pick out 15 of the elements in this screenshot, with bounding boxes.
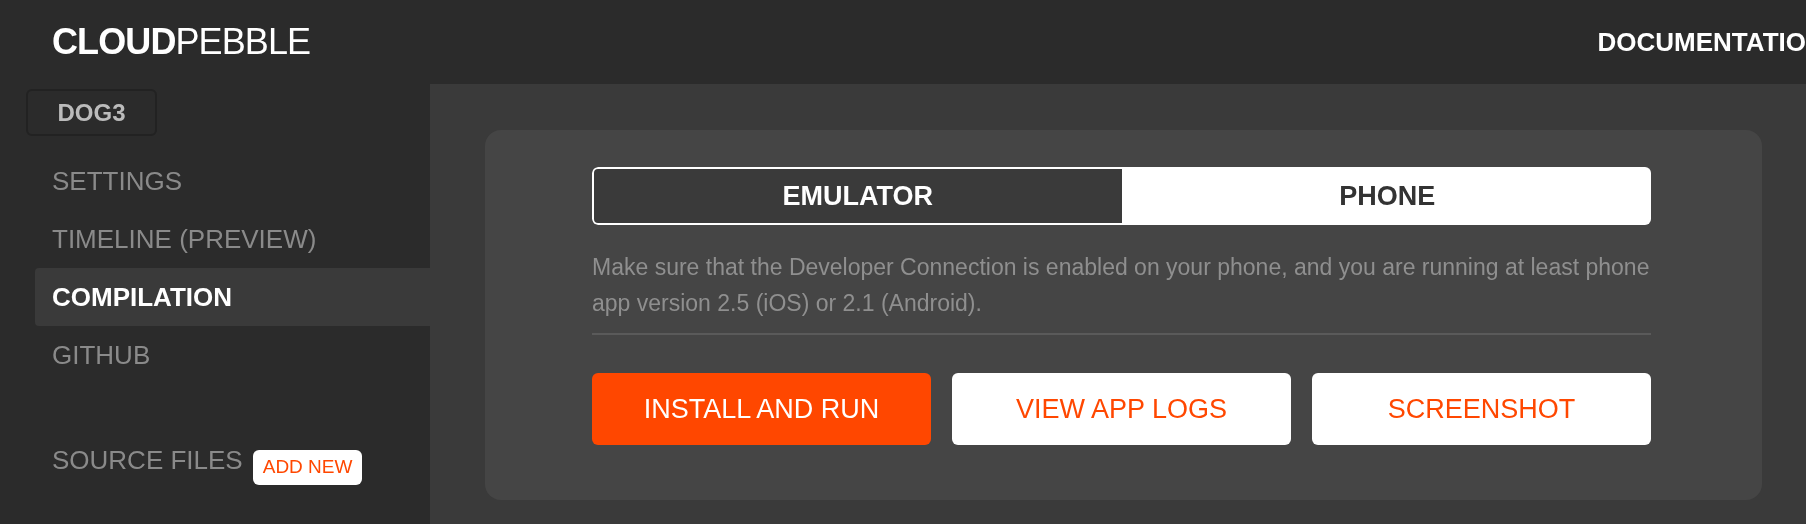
connection-note: Make sure that the Developer Connection is enabled on your phone, and you are running at least phone app version 2.5 (iOS) or 2.1 (Android).: [592, 253, 1651, 318]
action-button[interactable]: SCREENSHOT: [1312, 373, 1651, 445]
sidebar-item[interactable]: TIMELINE (PREVIEW): [35, 210, 430, 268]
target-tab[interactable]: EMULATOR: [592, 167, 1124, 225]
add-new-button[interactable]: ADD NEW: [252, 450, 363, 485]
action-button[interactable]: VIEW APP LOGS: [952, 373, 1291, 445]
sidebar-item[interactable]: COMPILATION: [35, 268, 430, 326]
nav-link[interactable]: DOCUMENTATIO: [1597, 22, 1806, 62]
logo[interactable]: CLOUDPEBBLE: [52, 15, 311, 69]
sidebar-item[interactable]: SETTINGS: [35, 152, 430, 210]
action-button[interactable]: INSTALL AND RUN: [592, 373, 931, 445]
target-tab[interactable]: PHONE: [1123, 167, 1651, 225]
section-label: SOURCE FILES: [52, 444, 243, 477]
sidebar-item[interactable]: GITHUB: [35, 326, 430, 384]
project-name[interactable]: DOG3: [26, 89, 157, 136]
